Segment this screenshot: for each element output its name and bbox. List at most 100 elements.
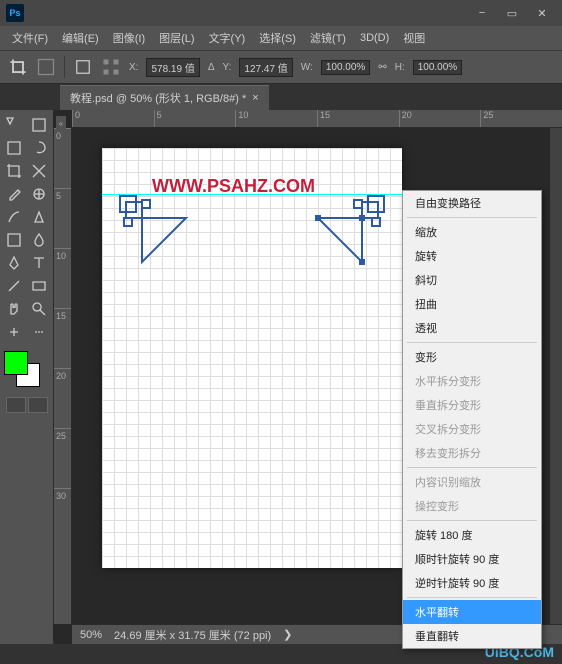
screen-mode-icon[interactable] (28, 397, 48, 413)
clone-tool[interactable] (27, 206, 51, 228)
pen-tool[interactable] (2, 252, 26, 274)
x-value[interactable]: 578.19 值 (146, 58, 199, 77)
ruler-tick: 10 (54, 248, 71, 308)
minimize-button[interactable]: − (468, 4, 496, 22)
vector-shape-left[interactable] (116, 192, 196, 272)
zoom-tool[interactable] (27, 298, 51, 320)
menu-separator (407, 597, 537, 598)
context-menu-item[interactable]: 透视 (403, 316, 541, 340)
eyedropper-tool[interactable] (2, 183, 26, 205)
ruler-tick: 10 (235, 110, 317, 127)
gradient-tool[interactable] (2, 229, 26, 251)
link-icon[interactable]: ⚯ (378, 62, 386, 73)
context-menu-item: 移去变形拆分 (403, 441, 541, 465)
document-dimensions: 24.69 厘米 x 31.75 厘米 (72 ppi) (114, 627, 271, 643)
ruler-tick: 25 (480, 110, 562, 127)
y-label: Y: (223, 62, 232, 73)
toolbox (0, 110, 54, 644)
menu-item[interactable]: 视图 (397, 28, 431, 48)
color-swatches[interactable] (2, 351, 42, 391)
tab-close-icon[interactable]: × (252, 92, 258, 104)
context-menu-item[interactable]: 顺时针旋转 90 度 (403, 547, 541, 571)
delta-icon: Δ (208, 62, 215, 73)
main-menubar: 文件(F)编辑(E)图像(I)图层(L)文字(Y)选择(S)滤镜(T)3D(D)… (0, 26, 562, 50)
crop-tool[interactable] (2, 160, 26, 182)
anchor-icon[interactable] (101, 57, 121, 77)
menu-item[interactable]: 选择(S) (253, 28, 302, 48)
ruler-tick: 0 (72, 110, 154, 127)
vertical-ruler[interactable]: 051015202530 (54, 128, 72, 624)
edit-toolbar[interactable] (2, 321, 26, 343)
y-value[interactable]: 127.47 值 (239, 58, 292, 77)
zoom-level[interactable]: 50% (80, 629, 102, 641)
horizontal-ruler[interactable]: 0510152025 (72, 110, 562, 128)
lasso-tool[interactable] (27, 137, 51, 159)
hand-tool[interactable] (2, 298, 26, 320)
context-menu-item[interactable]: 扭曲 (403, 292, 541, 316)
context-menu-item[interactable]: 逆时针旋转 90 度 (403, 571, 541, 595)
type-tool[interactable] (27, 252, 51, 274)
restore-button[interactable]: ▭ (498, 4, 526, 22)
standard-mode-icon[interactable] (6, 397, 26, 413)
context-menu-item[interactable]: 斜切 (403, 268, 541, 292)
vertical-scrollbar[interactable] (550, 128, 562, 624)
context-menu-item: 交叉拆分变形 (403, 417, 541, 441)
context-menu-item: 内容识别缩放 (403, 470, 541, 494)
document-tab-bar: 教程.psd @ 50% (形状 1, RGB/8#) * × (0, 84, 562, 110)
artboard-tool[interactable] (27, 114, 51, 136)
ruler-tick: 20 (399, 110, 481, 127)
frame-tool[interactable] (27, 160, 51, 182)
app-logo: Ps (6, 4, 24, 22)
document-tab[interactable]: 教程.psd @ 50% (形状 1, RGB/8#) * × (60, 85, 269, 110)
title-bar: Ps − ▭ ✕ (0, 0, 562, 26)
separator (64, 56, 65, 78)
w-value[interactable]: 100.00% (321, 60, 370, 75)
layer-icon[interactable] (73, 57, 93, 77)
h-value[interactable]: 100.00% (413, 60, 462, 75)
menu-separator (407, 467, 537, 468)
shape-tool[interactable] (27, 275, 51, 297)
context-menu-item[interactable]: 缩放 (403, 220, 541, 244)
menu-item[interactable]: 文件(F) (6, 28, 54, 48)
h-label: H: (395, 62, 405, 73)
menu-item[interactable]: 图层(L) (153, 28, 200, 48)
quickmask-toggle[interactable] (2, 397, 51, 413)
context-menu-item[interactable]: 自由变换路径 (403, 191, 541, 215)
marquee-tool[interactable] (2, 137, 26, 159)
foreground-swatch[interactable] (4, 351, 28, 375)
chevron-right-icon[interactable]: ❯ (283, 628, 292, 641)
context-menu-item[interactable]: 旋转 (403, 244, 541, 268)
blur-tool[interactable] (27, 229, 51, 251)
document-canvas[interactable]: WWW.PSAHZ.COM (102, 148, 402, 568)
context-menu-item: 水平拆分变形 (403, 369, 541, 393)
menu-item[interactable]: 编辑(E) (56, 28, 105, 48)
ruler-tick: 25 (54, 428, 71, 488)
menu-item[interactable]: 滤镜(T) (304, 28, 352, 48)
path-tool[interactable] (2, 275, 26, 297)
menu-separator (407, 520, 537, 521)
vector-shape-right[interactable] (308, 192, 388, 272)
collapse-toolbox-icon[interactable]: « (56, 116, 66, 130)
selection-tool[interactable] (27, 183, 51, 205)
tab-title: 教程.psd @ 50% (形状 1, RGB/8#) * (70, 90, 246, 106)
w-label: W: (301, 62, 313, 73)
menu-item[interactable]: 图像(I) (107, 28, 151, 48)
close-button[interactable]: ✕ (528, 4, 556, 22)
move-tool[interactable] (2, 114, 26, 136)
brush-tool[interactable] (2, 206, 26, 228)
ruler-tick: 0 (54, 128, 71, 188)
context-menu-item[interactable]: 旋转 180 度 (403, 523, 541, 547)
more-tools[interactable] (27, 321, 51, 343)
menu-item[interactable]: 3D(D) (354, 30, 395, 46)
options-icon[interactable] (36, 57, 56, 77)
x-label: X: (129, 62, 138, 73)
options-bar: X: 578.19 值 Δ Y: 127.47 值 W: 100.00% ⚯ H… (0, 50, 562, 84)
context-menu-item[interactable]: 变形 (403, 345, 541, 369)
menu-separator (407, 342, 537, 343)
crop-indicator-icon[interactable] (8, 57, 28, 77)
context-menu-item[interactable]: 垂直翻转 (403, 624, 541, 648)
ruler-tick: 30 (54, 488, 71, 548)
menu-item[interactable]: 文字(Y) (203, 28, 252, 48)
context-menu-item[interactable]: 水平翻转 (403, 600, 541, 624)
ruler-tick: 15 (54, 308, 71, 368)
